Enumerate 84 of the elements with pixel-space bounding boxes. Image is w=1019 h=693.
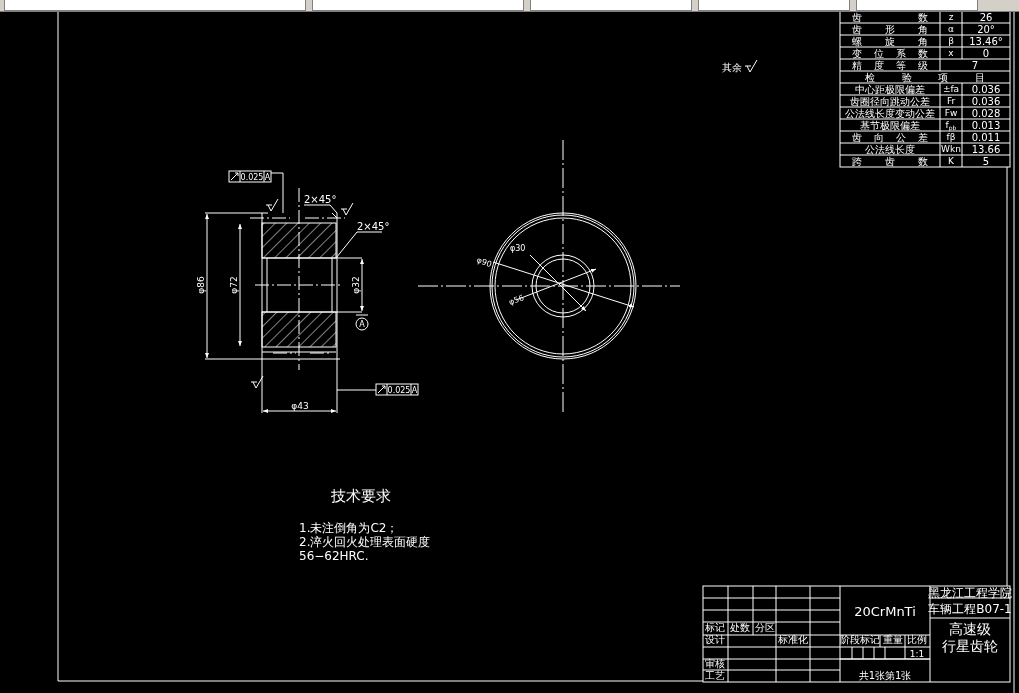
requirement-text: 2.淬火回火处理表面硬度	[299, 535, 431, 549]
table-cell: K	[948, 156, 954, 166]
roughness-note: 其余	[722, 62, 742, 73]
table-cell: fβ	[946, 132, 956, 142]
table-cell: 公法线长度	[865, 144, 915, 155]
chamfer-label: 2×45°	[304, 194, 337, 205]
dimension-label: φ72	[229, 276, 239, 294]
leader-line	[270, 172, 284, 214]
table-cell: Wkn	[941, 144, 961, 154]
table-cell: 5	[982, 156, 990, 167]
title-block-label: 分区	[755, 622, 775, 633]
table-cell: 0.036	[971, 96, 1001, 107]
class-name: 车辆工程B07-1	[928, 602, 1012, 616]
dimension-label: φ86	[196, 276, 206, 294]
table-cell: ±fa	[942, 84, 960, 94]
table-cell: z	[948, 12, 954, 22]
table-cell: 齿形角	[852, 24, 928, 35]
title-block-label: 工艺	[705, 670, 725, 681]
table-cell: β	[948, 36, 954, 46]
table-cell: x	[948, 48, 954, 58]
table-cell: Fw	[944, 108, 958, 118]
datum-reference: A	[411, 386, 418, 395]
dimension-label: φ32	[351, 276, 361, 294]
table-cell: 变位系数	[852, 48, 928, 59]
table-cell: 齿数	[852, 12, 928, 23]
table-cell: 精度等级	[852, 60, 928, 71]
table-cell: 齿圈径向跳动公差	[850, 96, 930, 107]
table-cell: 跨齿数	[852, 156, 928, 167]
table-cell: 7	[971, 60, 979, 71]
leader-line	[303, 204, 338, 214]
title-block-label: 处数	[730, 622, 750, 633]
title-block-label: 设计	[705, 634, 725, 645]
table-cell: 基节极限偏差	[860, 120, 920, 131]
dimension-label: φ90	[475, 255, 493, 270]
table-cell: 0.011	[971, 132, 1001, 143]
title-block-label: 标准化	[778, 634, 808, 645]
table-cell: 26	[979, 12, 993, 23]
tolerance-value: 0.025	[240, 173, 264, 182]
datum-reference: A	[264, 173, 271, 182]
table-cell: f$_{pb}$	[945, 120, 957, 131]
dimension-label: φ30	[510, 244, 526, 253]
roughness-symbol	[250, 375, 264, 389]
dimension-label: φ56	[507, 293, 526, 307]
tolerance-value: 0.025	[387, 386, 411, 395]
tolerance-frame	[228, 170, 272, 183]
table-cell: α	[948, 24, 954, 34]
title-block-label: 阶段标记	[840, 634, 880, 645]
table-cell: 13.66	[971, 144, 1001, 155]
table-cell: 螺旋角	[852, 36, 928, 47]
school-name: 黑龙江工程学院	[928, 586, 1012, 600]
table-cell: 公法线长度变动公差	[845, 108, 935, 119]
datum-label: A	[359, 320, 365, 329]
roughness-symbol	[744, 59, 758, 73]
requirement-text: 1.未注倒角为C2；	[299, 521, 399, 535]
requirements-title: 技术要求	[331, 487, 391, 505]
table-cell: 0.036	[971, 84, 1001, 95]
leader-line	[336, 389, 377, 391]
table-cell: 0	[982, 48, 990, 59]
chamfer-label: 2×45°	[357, 221, 390, 232]
title-block-label: 审核	[705, 658, 725, 669]
requirement-text: 56−62HRC.	[299, 549, 369, 563]
title-block-label: 标记	[705, 622, 725, 633]
material-label: 20CrMnTi	[854, 604, 916, 619]
scale-value: 1:1	[909, 649, 925, 659]
table-cell: 0.013	[971, 120, 1001, 131]
table-cell: 13.46°	[969, 36, 1003, 47]
roughness-symbol	[265, 198, 279, 212]
table-header: 检验项目	[865, 72, 985, 83]
title-block-label: 比例	[907, 634, 927, 645]
part-name: 高速级	[949, 621, 991, 637]
table-cell: 20°	[977, 24, 995, 35]
tolerance-frame	[375, 383, 419, 396]
table-cell: 0.028	[971, 108, 1001, 119]
sheet-count: 共1张第1张	[858, 670, 912, 681]
leader-line	[335, 231, 383, 259]
table-cell: Fr	[946, 96, 956, 106]
datum-circle	[355, 317, 369, 331]
dimension-label: φ43	[291, 401, 309, 411]
part-name: 行星齿轮	[942, 638, 998, 654]
table-cell: 中心距极限偏差	[855, 84, 925, 95]
dimension-line	[360, 258, 364, 312]
table-cell: 齿向公差	[852, 132, 928, 143]
roughness-symbol	[340, 202, 354, 216]
title-block-label: 重量	[883, 634, 903, 645]
